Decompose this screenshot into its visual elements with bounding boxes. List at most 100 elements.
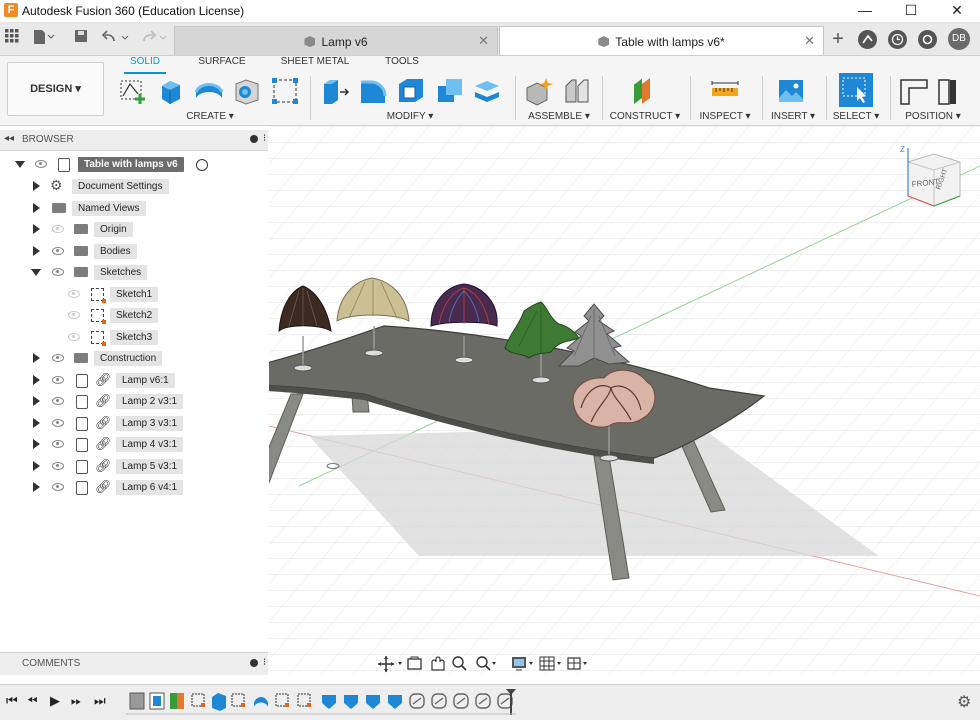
timeline-feature-11[interactable]	[344, 695, 358, 709]
shell-icon[interactable]	[396, 76, 426, 106]
timeline-feature-2[interactable]	[149, 692, 165, 710]
tab-sheet-metal[interactable]: SHEET METAL	[280, 56, 350, 72]
timeline-feature-18[interactable]	[497, 693, 513, 709]
viewports-icon[interactable]	[567, 657, 587, 670]
visibility-eye-icon[interactable]	[52, 225, 64, 233]
expand-icon[interactable]	[33, 375, 40, 385]
visibility-eye-icon[interactable]	[52, 397, 64, 405]
browser-item-bodies[interactable]: Bodies	[0, 241, 268, 262]
extrude-icon[interactable]	[156, 76, 186, 106]
grid-menu-icon[interactable]	[4, 29, 20, 49]
timeline-feature-17[interactable]	[475, 693, 491, 709]
browser-item-named-views[interactable]: Named Views	[0, 198, 268, 219]
visibility-eye-icon[interactable]	[52, 483, 64, 491]
expand-icon[interactable]	[33, 396, 40, 406]
timeline-feature-16[interactable]	[453, 693, 469, 709]
expand-icon[interactable]	[33, 181, 40, 191]
visibility-eye-icon[interactable]	[68, 333, 80, 341]
collapse-icon[interactable]	[31, 269, 41, 276]
capture-position-icon[interactable]	[899, 76, 929, 106]
timeline-feature-10[interactable]	[322, 695, 336, 709]
timeline-feature-6[interactable]	[231, 693, 245, 707]
timeline-feature-1[interactable]	[129, 692, 145, 710]
timeline-feature-7[interactable]	[254, 697, 268, 707]
visibility-eye-icon[interactable]	[52, 462, 64, 470]
timeline-settings-gear-icon[interactable]: ⚙	[957, 692, 971, 712]
expand-icon[interactable]	[33, 439, 40, 449]
timeline-feature-4[interactable]	[191, 693, 205, 707]
look-at-icon[interactable]	[407, 656, 422, 670]
browser-root[interactable]: Table with lamps v6	[0, 154, 268, 175]
tab-tools[interactable]: TOOLS	[380, 56, 424, 72]
expand-icon[interactable]	[33, 482, 40, 492]
visibility-eye-icon[interactable]	[52, 268, 64, 276]
select-icon[interactable]	[839, 73, 873, 107]
browser-item-origin[interactable]: Origin	[0, 219, 268, 240]
insert-menu[interactable]: INSERT ▾	[766, 111, 820, 122]
collapse-browser-icon[interactable]: ◂◂	[4, 133, 14, 144]
visibility-eye-icon[interactable]	[68, 290, 80, 298]
step-back-icon[interactable]: ⏪︎	[27, 693, 37, 709]
fit-icon[interactable]	[476, 656, 496, 671]
browser-item-lamp-5[interactable]: 🔗︎ Lamp 5 v3:1	[0, 456, 268, 477]
tab-table-with-lamps[interactable]: Table with lamps v6* ✕	[499, 26, 824, 55]
expand-icon[interactable]	[33, 224, 40, 234]
clock-icon[interactable]	[888, 30, 907, 49]
go-to-end-icon[interactable]: ⏭︎	[94, 693, 106, 709]
assemble-menu[interactable]: ASSEMBLE ▾	[520, 111, 598, 122]
play-icon[interactable]: ▶︎	[50, 693, 60, 709]
insert-canvas-icon[interactable]	[776, 76, 806, 106]
browser-item-document-settings[interactable]: ⚙ Document Settings	[0, 176, 268, 197]
zoom-icon[interactable]	[452, 656, 467, 671]
press-pull-icon[interactable]	[320, 76, 350, 106]
browser-item-sketch3[interactable]: Sketch3	[0, 327, 268, 348]
browser-item-construction[interactable]: Construction	[0, 348, 268, 369]
maximize-button[interactable]: ☐	[888, 0, 934, 22]
new-component-icon[interactable]	[524, 76, 554, 106]
inspect-menu[interactable]: INSPECT ▾	[696, 111, 754, 122]
browser-item-sketches[interactable]: Sketches	[0, 262, 268, 283]
select-menu[interactable]: SELECT ▾	[830, 111, 882, 122]
visibility-eye-icon[interactable]	[52, 354, 64, 362]
workspace-switcher-button[interactable]: DESIGN ▾	[7, 62, 104, 116]
job-status-icon[interactable]	[858, 30, 877, 49]
combine-icon[interactable]	[434, 76, 464, 106]
browser-item-sketch1[interactable]: Sketch1	[0, 284, 268, 305]
browser-item-sketch2[interactable]: Sketch2	[0, 305, 268, 326]
minimize-button[interactable]: —	[842, 0, 888, 22]
tab-surface[interactable]: SURFACE	[196, 56, 248, 72]
expand-icon[interactable]	[33, 203, 40, 213]
grid-settings-icon[interactable]	[539, 656, 561, 671]
close-tab-icon[interactable]: ✕	[804, 33, 815, 49]
fillet-icon[interactable]	[358, 76, 388, 106]
timeline-feature-9[interactable]	[297, 693, 311, 707]
visibility-eye-icon[interactable]	[52, 440, 64, 448]
visibility-eye-icon[interactable]	[52, 247, 64, 255]
display-settings-icon[interactable]	[512, 657, 533, 671]
timeline-feature-3[interactable]	[170, 693, 184, 709]
tab-solid[interactable]: SOLID	[124, 56, 166, 74]
create-sketch-icon[interactable]	[118, 76, 148, 106]
visibility-eye-icon[interactable]	[68, 311, 80, 319]
visibility-eye-icon[interactable]	[35, 160, 47, 168]
redo-icon[interactable]	[140, 29, 170, 49]
panel-grip-icon[interactable]: ⁝	[263, 133, 266, 144]
revolve-icon[interactable]	[194, 76, 224, 106]
panel-grip-icon[interactable]: ⁝	[263, 657, 266, 668]
timeline-feature-13[interactable]	[388, 695, 402, 709]
browser-item-lamp-3[interactable]: 🔗︎ Lamp 3 v3:1	[0, 413, 268, 434]
browser-item-lamp-4[interactable]: 🔗︎ Lamp 4 v3:1	[0, 434, 268, 455]
activate-radio-icon[interactable]	[196, 159, 208, 171]
measure-icon[interactable]	[710, 76, 740, 106]
close-tab-icon[interactable]: ✕	[478, 33, 489, 49]
user-avatar[interactable]: DB	[948, 28, 970, 50]
browser-item-lamp-v6[interactable]: 🔗︎ Lamp v6:1	[0, 370, 268, 391]
visibility-eye-icon[interactable]	[52, 376, 64, 384]
tab-lamp-v6[interactable]: Lamp v6 ✕	[174, 26, 498, 55]
browser-item-lamp-2[interactable]: 🔗︎ Lamp 2 v3:1	[0, 391, 268, 412]
construct-menu[interactable]: CONSTRUCT ▾	[608, 111, 682, 122]
undo-icon[interactable]	[101, 29, 132, 49]
timeline-feature-14[interactable]	[409, 693, 425, 709]
visibility-eye-icon[interactable]	[52, 419, 64, 427]
position-menu[interactable]: POSITION ▾	[896, 111, 970, 122]
